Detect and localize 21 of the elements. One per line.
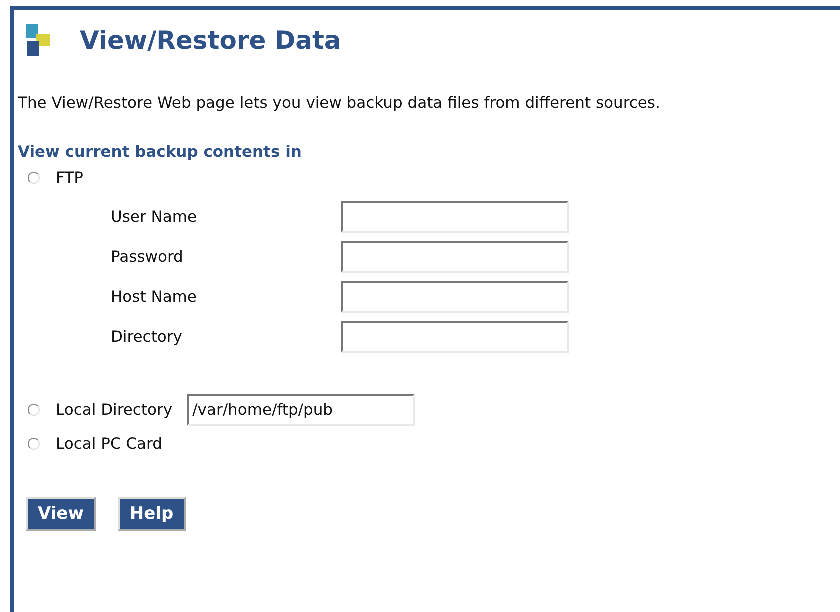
directory-field[interactable]: /var/home/ftp/pub — [186, 394, 415, 426]
option-label: Local Directory — [56, 401, 173, 419]
input-field[interactable] — [341, 281, 569, 313]
radio-button[interactable] — [28, 172, 40, 184]
field-label: Password — [111, 248, 184, 266]
description-text: The View/Restore Web page lets you view backup data files from different sources. — [18, 94, 662, 113]
option-label: FTP — [56, 169, 84, 187]
page-title: View/Restore Data — [80, 26, 342, 54]
action-button[interactable]: Help — [118, 497, 186, 531]
input-field[interactable] — [341, 321, 569, 353]
field-label: User Name — [111, 208, 198, 226]
input-field[interactable] — [341, 201, 569, 233]
field-label: Directory — [111, 328, 184, 346]
logo-icon — [26, 24, 50, 56]
section-heading: View current backup contents in — [18, 143, 303, 161]
option-label: Local PC Card — [56, 435, 162, 453]
field-label: Host Name — [111, 288, 198, 306]
radio-button[interactable] — [28, 404, 40, 416]
radio-button[interactable] — [28, 438, 40, 450]
action-button[interactable]: View — [26, 497, 96, 531]
input-field[interactable] — [341, 241, 569, 273]
